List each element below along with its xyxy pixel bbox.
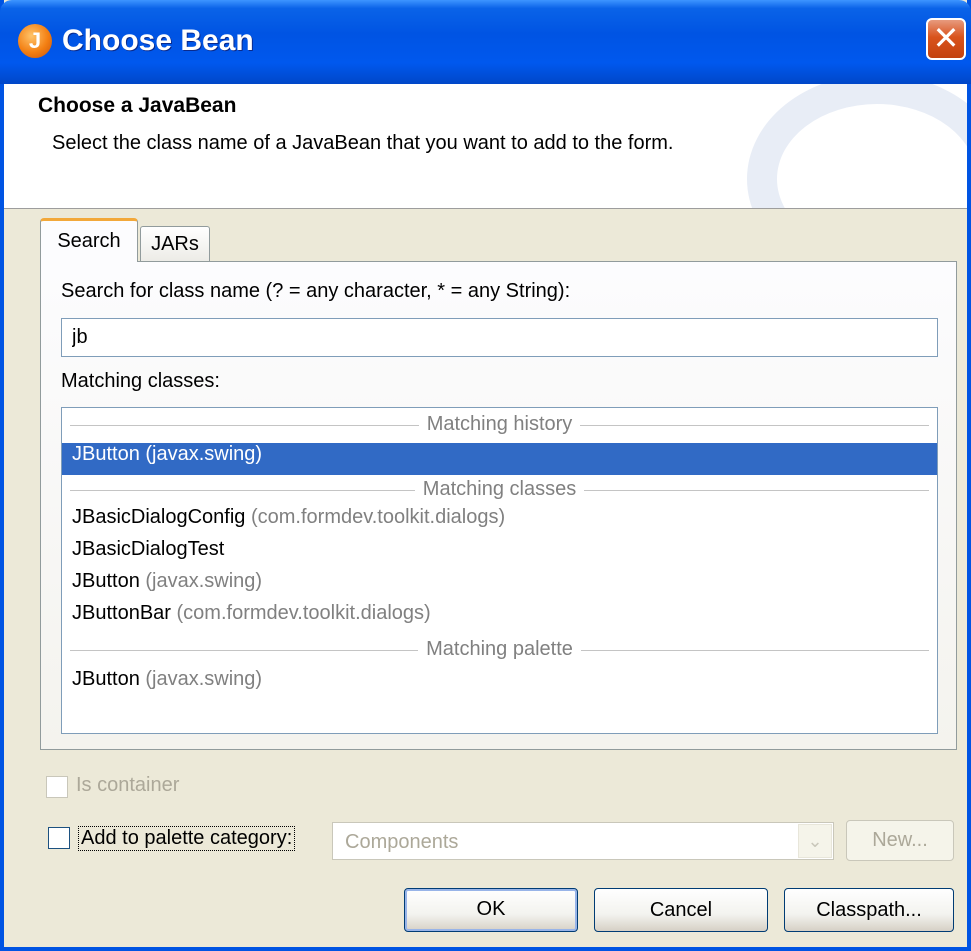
dialog-header: Choose a JavaBean Select the class name …	[4, 84, 967, 209]
is-container-label: Is container	[76, 774, 180, 796]
is-container-checkbox	[46, 776, 68, 798]
cancel-button[interactable]: Cancel	[594, 888, 768, 932]
list-group-header: Matching history	[62, 410, 937, 440]
search-label: Search for class name (? = any character…	[61, 280, 571, 302]
java-app-icon: J	[18, 24, 52, 58]
search-input[interactable]	[61, 318, 938, 357]
matching-classes-list[interactable]: Matching history JButton (javax.swing) M…	[61, 407, 938, 734]
list-group-header: Matching palette	[62, 635, 937, 665]
matching-classes-label: Matching classes:	[61, 370, 220, 392]
window-title: Choose Bean	[62, 24, 254, 57]
close-button[interactable]: ✕	[926, 18, 966, 60]
header-description: Select the class name of a JavaBean that…	[52, 132, 674, 154]
header-title: Choose a JavaBean	[38, 94, 237, 117]
list-item[interactable]: JButtonBar (com.formdev.toolkit.dialogs)	[62, 602, 937, 634]
title-bar[interactable]: J Choose Bean ✕	[0, 0, 971, 84]
chevron-down-icon: ⌄	[798, 824, 832, 858]
list-group-header: Matching classes	[62, 475, 937, 505]
choose-bean-dialog: J Choose Bean ✕ Choose a JavaBean Select…	[0, 0, 971, 951]
search-tab-panel: Search for class name (? = any character…	[40, 261, 957, 750]
list-item[interactable]: JButton (javax.swing)	[62, 443, 937, 475]
tab-jars[interactable]: JARs	[140, 226, 210, 262]
classpath-button[interactable]: Classpath...	[784, 888, 954, 932]
add-to-palette-label[interactable]: Add to palette category:	[78, 826, 296, 851]
close-icon: ✕	[932, 19, 960, 57]
ok-button[interactable]: OK	[404, 888, 578, 932]
header-decoration	[747, 84, 967, 208]
palette-category-select: Components ⌄	[332, 822, 834, 860]
list-item[interactable]: JButton (javax.swing)	[62, 668, 937, 700]
list-item[interactable]: JButton (javax.swing)	[62, 570, 937, 602]
tab-search[interactable]: Search	[40, 218, 138, 262]
add-to-palette-checkbox[interactable]	[48, 827, 70, 849]
new-category-button: New...	[846, 820, 954, 861]
palette-category-value: Components	[345, 831, 459, 853]
list-item[interactable]: JBasicDialogConfig (com.formdev.toolkit.…	[62, 506, 937, 538]
list-item[interactable]: JBasicDialogTest	[62, 538, 937, 570]
